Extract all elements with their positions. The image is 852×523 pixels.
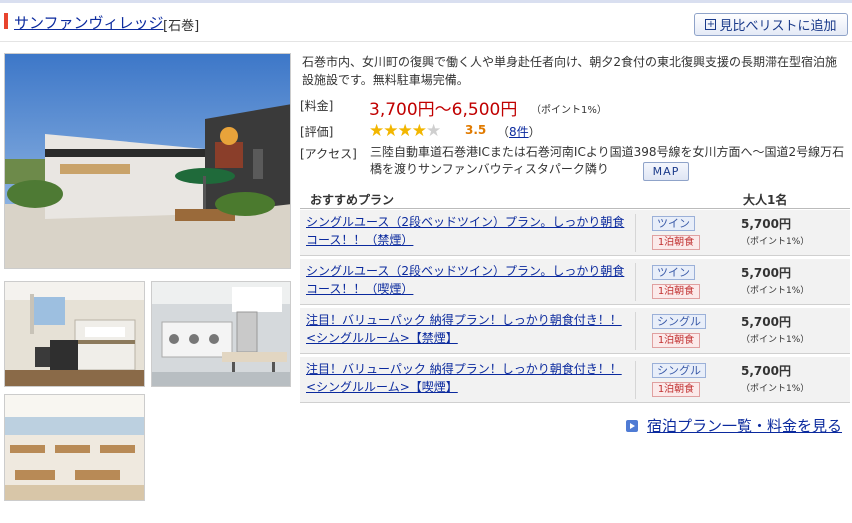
room-type-badge: ツイン xyxy=(652,216,695,231)
room-type-badge: ツイン xyxy=(652,265,695,280)
plan-divider xyxy=(635,312,636,350)
plan-price: 5,700円 xyxy=(741,364,791,378)
header-accent-bar xyxy=(4,13,8,29)
room-type-badge: シングル xyxy=(652,363,706,378)
map-button[interactable]: MAP xyxy=(643,162,689,181)
plan-points: （ポイント1%） xyxy=(741,237,810,247)
rating-label: [評価] xyxy=(300,125,334,139)
plan-points: （ポイント1%） xyxy=(741,286,810,296)
hotel-name-link[interactable]: サンファンヴィレッジ xyxy=(14,12,164,33)
hotel-description: 石巻市内、女川町の復興で働く人や単身赴任者向け、朝夕2食付の東北復興支援の長期滞… xyxy=(302,55,838,87)
price-points: （ポイント1%） xyxy=(531,105,607,116)
reviews-link[interactable]: 8件 xyxy=(509,125,529,139)
star-icon: ★ xyxy=(383,121,398,141)
meal-badge: 1泊朝食 xyxy=(652,382,700,397)
star-icon: ★ xyxy=(426,121,441,141)
plan-row: シングルユース（2段ベッドツイン）プラン。しっかり朝食コース！！（禁煙） ツイン… xyxy=(300,210,850,256)
star-icon: ★ xyxy=(369,121,384,141)
meal-badge: 1泊朝食 xyxy=(652,333,700,348)
plans-header-price: 大人1名 xyxy=(743,193,788,207)
plans-header: おすすめプラン 大人1名 xyxy=(300,190,850,209)
plan-name-link[interactable]: 注目！バリューパック 納得プラン！しっかり朝食付き！！<シングルルーム>【喫煙】 xyxy=(306,360,629,396)
access-text: 三陸自動車道石巻港ICまたは石巻河南ICより国道398号線を女川方面へ〜国道2号… xyxy=(370,145,845,176)
plan-divider xyxy=(635,214,636,252)
top-border xyxy=(0,0,852,3)
add-to-compare-button[interactable]: + 見比べリストに追加 xyxy=(694,13,848,36)
plan-price: 5,700円 xyxy=(741,315,791,329)
all-plans-link-row: 宿泊プラン一覧・料金を見る xyxy=(626,415,842,436)
plan-row: 注目！バリューパック 納得プラン！しっかり朝食付き！！ <シングルルーム>【禁煙… xyxy=(300,308,850,354)
star-rating: ★★★★★ xyxy=(369,121,441,141)
plan-row: 注目！バリューパック 納得プラン！しっかり朝食付き！！<シングルルーム>【喫煙】… xyxy=(300,357,850,403)
area-tag: [石巻] xyxy=(163,19,200,34)
room-photo[interactable] xyxy=(4,281,145,387)
meal-badge: 1泊朝食 xyxy=(652,284,700,299)
plan-divider xyxy=(635,361,636,399)
plan-name-link[interactable]: シングルユース（2段ベッドツイン）プラン。しっかり朝食コース！！（喫煙） xyxy=(306,262,629,298)
plan-price: 5,700円 xyxy=(741,266,791,280)
reviews-open-paren: （ xyxy=(497,125,510,139)
plan-name-link[interactable]: シングルユース（2段ベッドツイン）プラン。しっかり朝食コース！！（禁煙） xyxy=(306,213,629,249)
plan-name-link[interactable]: 注目！バリューパック 納得プラン！しっかり朝食付き！！ <シングルルーム>【禁煙… xyxy=(306,311,629,347)
plans-header-title: おすすめプラン xyxy=(310,193,395,207)
plan-row: シングルユース（2段ベッドツイン）プラン。しっかり朝食コース！！（喫煙） ツイン… xyxy=(300,259,850,305)
price-label: [料金] xyxy=(300,99,334,113)
plan-price: 5,700円 xyxy=(741,217,791,231)
price-range: 3,700円〜6,500円 xyxy=(369,100,518,120)
header-divider xyxy=(0,41,852,42)
dining-photo[interactable] xyxy=(4,394,145,501)
laundry-photo[interactable] xyxy=(151,281,291,387)
rating-value: 3.5 xyxy=(465,123,487,137)
review-count: （8件） xyxy=(497,123,541,140)
room-type-badge: シングル xyxy=(652,314,706,329)
star-icon: ★ xyxy=(411,121,427,141)
plan-divider xyxy=(635,263,636,301)
plan-points: （ポイント1%） xyxy=(741,384,810,394)
plus-box-icon: + xyxy=(705,19,717,30)
meal-badge: 1泊朝食 xyxy=(652,235,700,250)
reviews-close-paren: ） xyxy=(528,125,541,139)
access-label: [アクセス] xyxy=(300,147,357,161)
compare-button-label: 見比べリストに追加 xyxy=(719,19,837,34)
arrow-right-icon xyxy=(626,419,638,432)
hotel-main-photo[interactable] xyxy=(4,53,291,269)
plan-points: （ポイント1%） xyxy=(741,335,810,345)
all-plans-link[interactable]: 宿泊プラン一覧・料金を見る xyxy=(647,415,842,436)
star-icon: ★ xyxy=(397,121,413,141)
